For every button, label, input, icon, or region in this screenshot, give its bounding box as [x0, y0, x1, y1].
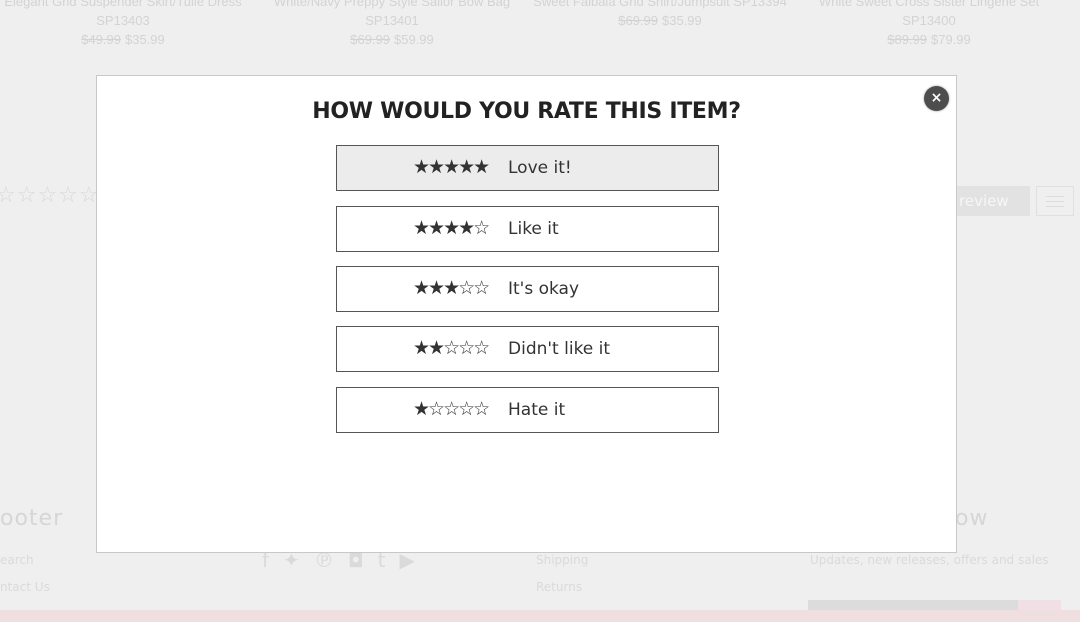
option-label: Didn't like it: [508, 339, 611, 359]
star-icons: ★☆☆☆☆: [413, 398, 490, 420]
option-label: It's okay: [508, 279, 580, 299]
close-icon[interactable]: ×: [924, 86, 949, 111]
rating-option-2[interactable]: ★★☆☆☆ Didn't like it: [336, 326, 719, 372]
star-icons: ★★★★★: [413, 156, 490, 178]
star-icons: ★★★★☆: [413, 217, 490, 239]
rating-modal: HOW WOULD YOU RATE THIS ITEM? × ★★★★★ Lo…: [96, 75, 957, 553]
option-label: Hate it: [508, 400, 566, 420]
modal-title: HOW WOULD YOU RATE THIS ITEM?: [312, 99, 741, 124]
rating-option-3[interactable]: ★★★☆☆ It's okay: [336, 266, 719, 312]
rating-option-1[interactable]: ★☆☆☆☆ Hate it: [336, 387, 719, 433]
rating-option-5[interactable]: ★★★★★ Love it!: [336, 145, 719, 191]
option-label: Like it: [508, 219, 559, 239]
star-icons: ★★★☆☆: [413, 277, 490, 299]
star-icons: ★★☆☆☆: [413, 337, 490, 359]
modal-overlay[interactable]: HOW WOULD YOU RATE THIS ITEM? × ★★★★★ Lo…: [0, 0, 1080, 622]
option-label: Love it!: [508, 158, 572, 178]
rating-option-4[interactable]: ★★★★☆ Like it: [336, 206, 719, 252]
